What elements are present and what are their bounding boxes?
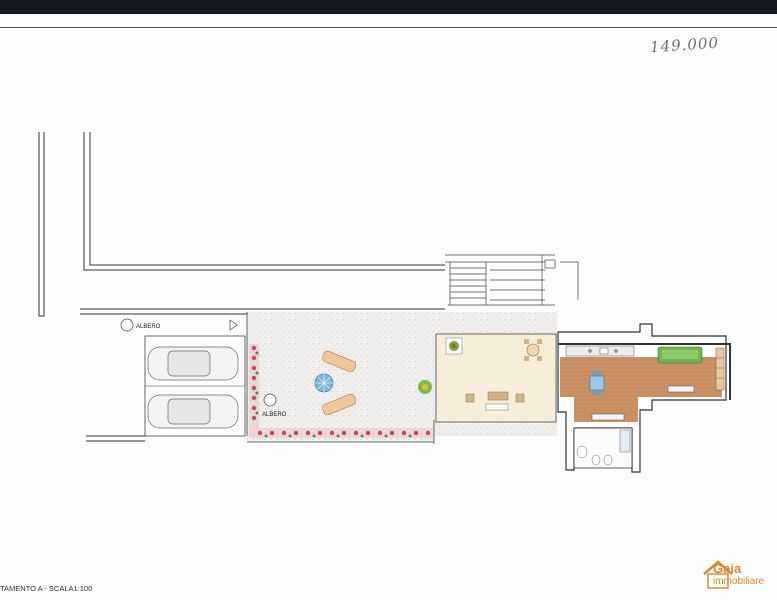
staircase: [445, 254, 579, 306]
toilet-icon: [591, 454, 601, 466]
logo-title: Gaia: [713, 561, 742, 576]
shower-icon: [619, 429, 631, 453]
plan-caption: TAMENTO A - SCALA1:100: [0, 584, 93, 593]
car-icon: [147, 346, 239, 381]
tree-symbol-icon: [120, 318, 134, 332]
sink-icon: [576, 445, 588, 459]
plant-icon: [418, 380, 432, 394]
tree-symbol-icon: [263, 393, 277, 407]
bidet-icon: [603, 454, 613, 466]
planter-icon: [445, 337, 463, 355]
car-icon: [147, 394, 239, 429]
floor-plan: ALBERO ALBERO: [38, 132, 731, 473]
umbrella-icon: [314, 373, 334, 393]
parking-area: ALBERO: [120, 318, 246, 437]
counter-icon: [591, 413, 625, 421]
sofa-icon: [657, 346, 703, 364]
tree-label: ALBERO: [262, 412, 287, 418]
kitchen-counter-icon: [565, 345, 635, 357]
bookshelf-icon: [715, 347, 725, 391]
tv-unit-icon: [667, 385, 695, 393]
logo-subtitle: immobiliare: [713, 576, 765, 587]
apartment-unit: [557, 323, 731, 473]
gate-arrow-icon: [229, 319, 238, 331]
tree-label: ALBERO: [136, 324, 161, 330]
bathroom: [573, 427, 633, 469]
